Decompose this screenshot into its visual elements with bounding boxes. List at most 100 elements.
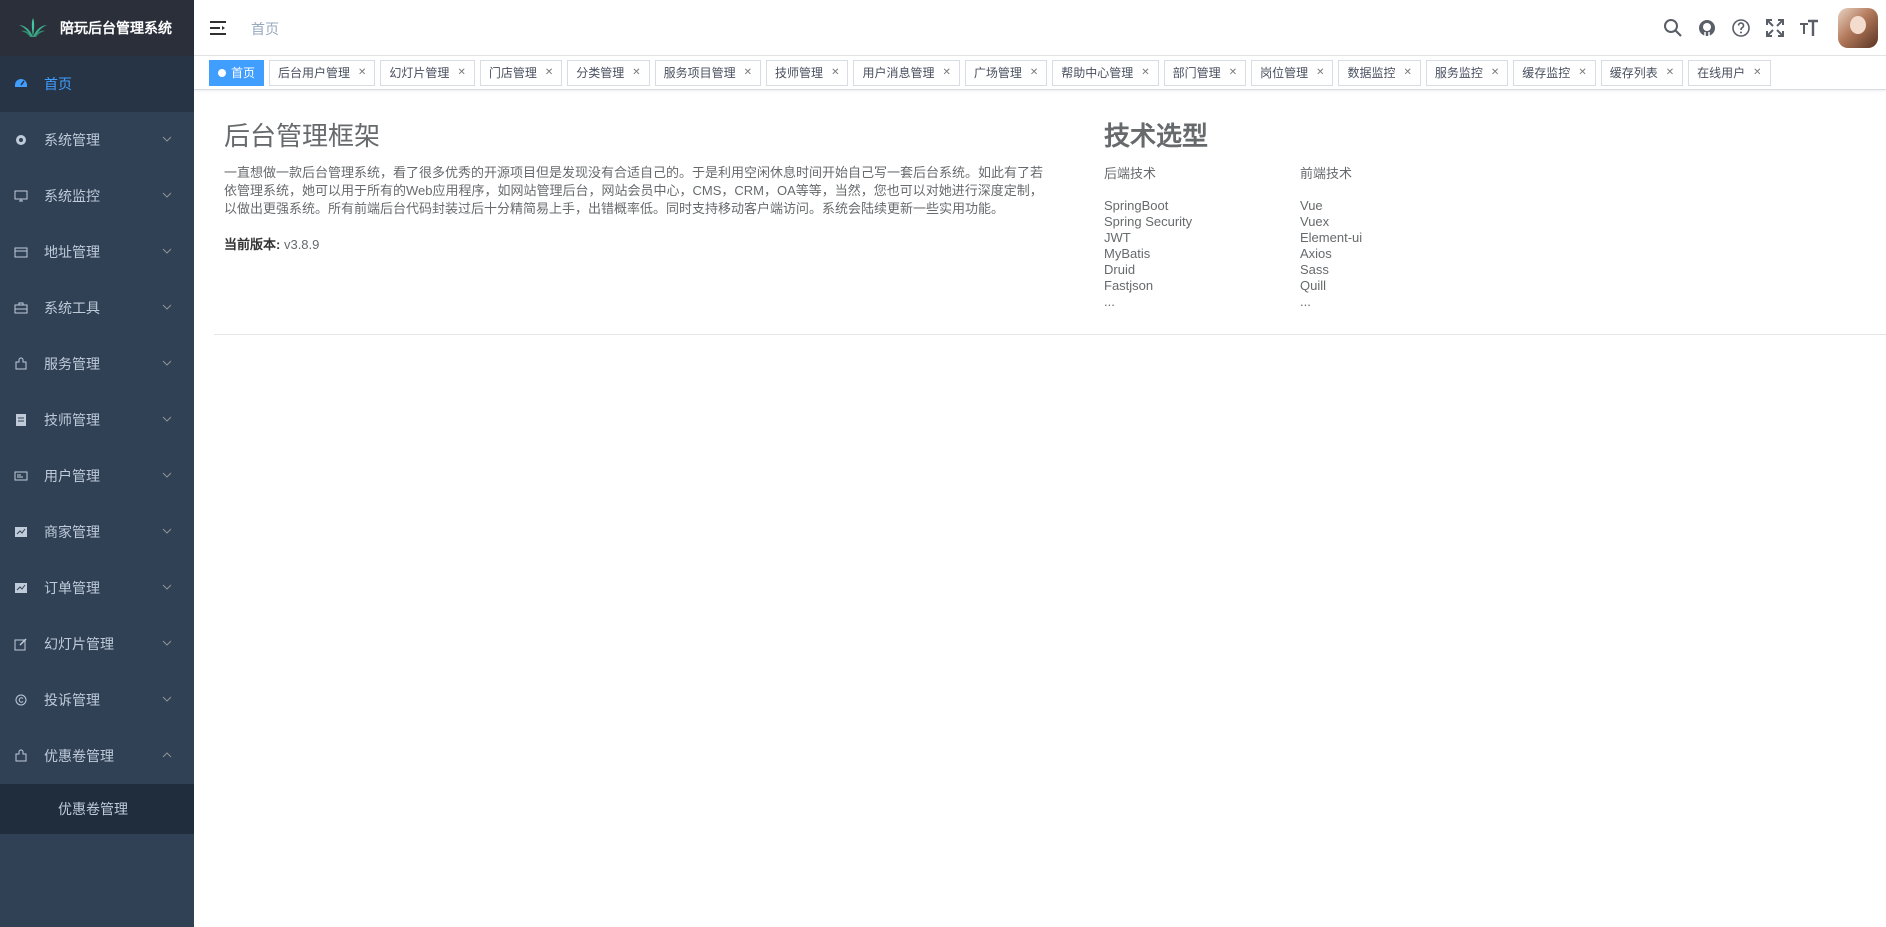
search-icon[interactable] — [1662, 17, 1684, 39]
page-title: 后台管理框架 — [224, 121, 381, 151]
tag-cache-list[interactable]: 缓存列表 ✕ — [1600, 60, 1684, 86]
sidebar-item-label: 订单管理 — [44, 580, 100, 596]
hamburger-icon[interactable] — [208, 18, 228, 38]
chevron-down-icon — [162, 304, 172, 310]
list-item: ... — [1300, 294, 1311, 309]
sidebar-item-coupon[interactable]: 优惠卷管理 — [0, 728, 194, 784]
close-icon[interactable]: ✕ — [1030, 61, 1038, 85]
chevron-down-icon — [162, 192, 172, 198]
sidebar-item-label: 地址管理 — [44, 244, 100, 260]
tag-store[interactable]: 门店管理 ✕ — [479, 60, 563, 86]
question-icon[interactable] — [1730, 17, 1752, 39]
sidebar-item-label: 商家管理 — [44, 524, 100, 540]
tag-slides[interactable]: 幻灯片管理 ✕ — [380, 60, 475, 86]
tag-square[interactable]: 广场管理 ✕ — [964, 60, 1048, 86]
fullscreen-icon[interactable] — [1764, 17, 1786, 39]
close-icon[interactable]: ✕ — [1753, 61, 1761, 85]
list-item: SpringBoot — [1104, 198, 1169, 213]
list-item: Element-ui — [1300, 230, 1363, 245]
sidebar-item-label: 投诉管理 — [44, 692, 100, 708]
tag-label: 门店管理 — [488, 66, 537, 80]
close-icon[interactable]: ✕ — [1229, 61, 1237, 85]
list-item: Sass — [1300, 262, 1329, 277]
close-icon[interactable]: ✕ — [1578, 61, 1586, 85]
tag-label: 缓存监控 — [1522, 66, 1571, 80]
font-size-icon[interactable] — [1798, 17, 1820, 39]
document-icon — [14, 413, 28, 427]
tag-user-message[interactable]: 用户消息管理 ✕ — [853, 60, 960, 86]
sidebar-item-address[interactable]: 地址管理 — [0, 224, 194, 280]
tag-label: 服务项目管理 — [663, 66, 736, 80]
sidebar-item-monitor[interactable]: 系统监控 — [0, 168, 194, 224]
sidebar-item-complaint[interactable]: 投诉管理 — [0, 672, 194, 728]
close-icon[interactable]: ✕ — [831, 61, 839, 85]
sidebar-item-order[interactable]: 订单管理 — [0, 560, 194, 616]
close-icon[interactable]: ✕ — [1404, 61, 1412, 85]
sidebar-menu: 首页 系统管理 系统监控 地址管理 系统工具 服务管理 技师管理 用户管理 商家… — [0, 56, 194, 834]
tag-post[interactable]: 岗位管理 ✕ — [1251, 60, 1334, 86]
sidebar-item-user[interactable]: 用户管理 — [0, 448, 194, 504]
list-item: Spring Security — [1104, 214, 1193, 229]
tag-home[interactable]: 首页 — [209, 60, 265, 86]
calendar-icon — [14, 245, 28, 259]
tag-label: 服务监控 — [1434, 66, 1483, 80]
close-icon[interactable]: ✕ — [358, 61, 366, 85]
close-icon[interactable]: ✕ — [457, 61, 465, 85]
version-line: 当前版本: v3.8.9 — [224, 234, 319, 253]
close-icon[interactable]: ✕ — [545, 61, 553, 85]
tech-title: 技术选型 — [1104, 121, 1209, 151]
close-icon[interactable]: ✕ — [1141, 61, 1149, 85]
sidebar-item-label: 技师管理 — [44, 412, 100, 428]
sidebar-brand[interactable]: 陪玩后台管理系统 — [0, 0, 194, 56]
sidebar-item-service[interactable]: 服务管理 — [0, 336, 194, 392]
tag-cache-monitor[interactable]: 缓存监控 ✕ — [1513, 60, 1596, 86]
close-icon[interactable]: ✕ — [1666, 61, 1674, 85]
chevron-down-icon — [162, 528, 172, 534]
tags-view: 首页 后台用户管理 ✕ 幻灯片管理 ✕ 门店管理 ✕ 分类管理 ✕ 服务项目管理 ✕ 技师… — [194, 56, 1886, 90]
sidebar-item-technician[interactable]: 技师管理 — [0, 392, 194, 448]
tag-online-user[interactable]: 在线用户 ✕ — [1688, 60, 1771, 86]
close-icon[interactable]: ✕ — [632, 61, 640, 85]
chevron-down-icon — [162, 696, 172, 702]
sidebar-item-label: 系统监控 — [44, 188, 100, 204]
tag-server-monitor[interactable]: 服务监控 ✕ — [1425, 60, 1509, 86]
puzzle-icon — [14, 357, 28, 371]
submenu-item-coupon[interactable]: 优惠卷管理 — [0, 784, 194, 834]
tag-technician[interactable]: 技师管理 ✕ — [766, 60, 849, 86]
breadcrumb[interactable]: 首页 — [251, 19, 279, 39]
chevron-down-icon — [162, 640, 172, 646]
frontend-heading: 前端技术 — [1300, 166, 1353, 181]
list-item: JWT — [1104, 230, 1131, 245]
sidebar-item-slides[interactable]: 幻灯片管理 — [0, 616, 194, 672]
tag-department[interactable]: 部门管理 ✕ — [1163, 60, 1247, 86]
close-icon[interactable]: ✕ — [942, 61, 950, 85]
backend-tech-list: 后端技术 SpringBoot Spring Security JWT MyBa… — [1104, 166, 1192, 310]
sidebar-item-label: 服务管理 — [44, 356, 100, 372]
monitor-icon — [14, 189, 28, 203]
list-item: Druid — [1104, 262, 1136, 277]
sidebar: 陪玩后台管理系统 首页 系统管理 系统监控 地址管理 系统工具 服务管理 技师管… — [0, 0, 194, 927]
dashboard-icon — [14, 77, 28, 91]
tag-label: 帮助中心管理 — [1061, 66, 1134, 80]
sidebar-item-home[interactable]: 首页 — [0, 56, 194, 112]
active-dot-icon — [218, 69, 226, 77]
frontend-tech-list: 前端技术 Vue Vuex Element-ui Axios Sass Quil… — [1300, 166, 1362, 310]
close-icon[interactable]: ✕ — [1491, 61, 1499, 85]
github-icon[interactable] — [1696, 17, 1718, 39]
list-item: MyBatis — [1104, 246, 1151, 261]
sidebar-item-merchant[interactable]: 商家管理 — [0, 504, 194, 560]
chevron-up-icon — [162, 752, 172, 758]
tag-help-center[interactable]: 帮助中心管理 ✕ — [1052, 60, 1159, 86]
backend-heading: 后端技术 — [1104, 166, 1157, 181]
tag-service-item[interactable]: 服务项目管理 ✕ — [654, 60, 762, 86]
chevron-down-icon — [162, 136, 172, 142]
close-icon[interactable]: ✕ — [1316, 61, 1324, 85]
sidebar-item-system[interactable]: 系统管理 — [0, 112, 194, 168]
tag-admin-user[interactable]: 后台用户管理 ✕ — [269, 60, 376, 86]
divider — [214, 334, 1886, 335]
tag-category[interactable]: 分类管理 ✕ — [567, 60, 650, 86]
sidebar-item-tools[interactable]: 系统工具 — [0, 280, 194, 336]
tag-data-monitor[interactable]: 数据监控 ✕ — [1338, 60, 1421, 86]
close-icon[interactable]: ✕ — [744, 61, 752, 85]
avatar[interactable] — [1838, 8, 1878, 48]
